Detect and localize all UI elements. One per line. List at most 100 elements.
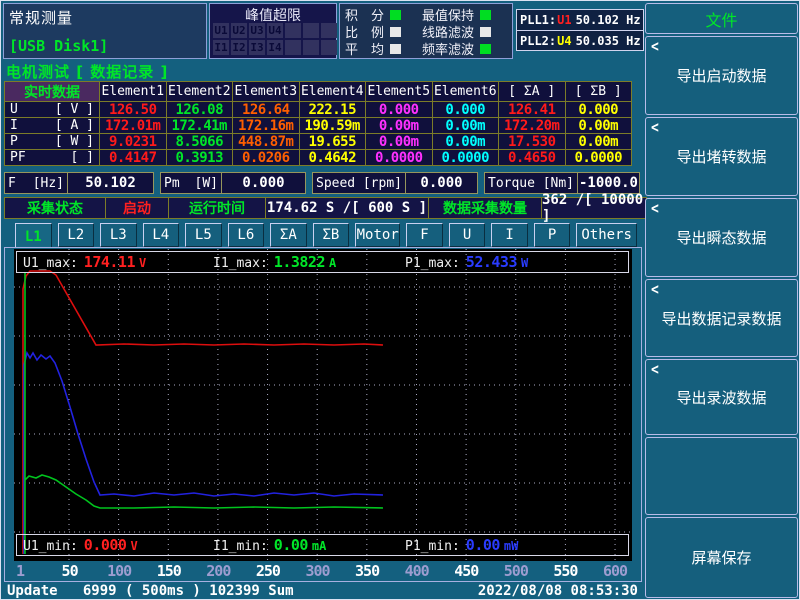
column-header: Element6 bbox=[433, 82, 499, 101]
sidebar-button-屏幕保存[interactable]: 屏幕保存 bbox=[645, 517, 798, 598]
pll-source: U1 bbox=[557, 13, 571, 27]
x-tick-label: 200 bbox=[198, 562, 238, 580]
pll-frequency: 50.102 Hz bbox=[576, 13, 641, 27]
measure-name: Torque bbox=[488, 176, 535, 191]
row-name: P bbox=[10, 134, 18, 149]
table-value: 448.87m bbox=[233, 134, 299, 149]
motor-measure-row: F[Hz]50.102Pm[W]0.000Speed[rpm]0.000Torq… bbox=[4, 172, 640, 194]
row-label: U[ V ] bbox=[5, 102, 99, 117]
column-header: Element1 bbox=[100, 82, 166, 101]
sidebar-button-empty[interactable] bbox=[645, 437, 798, 515]
measure-readout: U1_max: 174.11 V bbox=[23, 253, 146, 271]
tab-f[interactable]: F bbox=[406, 223, 443, 247]
table-value: 190.59m bbox=[300, 118, 366, 133]
peak-cell: U2 bbox=[231, 23, 247, 38]
trace-u1 bbox=[23, 271, 383, 554]
x-tick-label: 150 bbox=[149, 562, 189, 580]
table-corner-label: 实时数据 bbox=[5, 82, 99, 101]
tab-l3[interactable]: L3 bbox=[100, 223, 137, 247]
sidebar-button-导出瞬态数据[interactable]: <导出瞬态数据 bbox=[645, 198, 798, 277]
column-header: [ ΣB ] bbox=[566, 82, 632, 101]
sidebar-title-file: 文件 bbox=[645, 3, 798, 34]
chevron-left-icon: < bbox=[651, 362, 659, 380]
sidebar-button-导出数据记录数据[interactable]: <导出数据记录数据 bbox=[645, 279, 798, 357]
peak-cell: I3 bbox=[249, 40, 265, 55]
mode-box: 常规测量 [USB Disk1] bbox=[3, 3, 207, 59]
row-label: I[ A ] bbox=[5, 118, 99, 133]
x-tick-label: 450 bbox=[446, 562, 486, 580]
tab-i[interactable]: I bbox=[491, 223, 528, 247]
page-title: 常规测量 bbox=[9, 7, 73, 28]
measure-value: -1000.0 bbox=[578, 172, 640, 194]
readout-value: 0.000 bbox=[84, 536, 127, 554]
sidebar-button-导出堵转数据[interactable]: <导出堵转数据 bbox=[645, 117, 798, 196]
pll-row: PLL2:U450.035 Hz bbox=[517, 30, 643, 51]
tab-l1[interactable]: L1 bbox=[15, 223, 52, 250]
indicator-column-right: 最值保持线路滤波频率滤波 bbox=[422, 7, 491, 56]
tab-l4[interactable]: L4 bbox=[143, 223, 180, 247]
x-tick-label: 550 bbox=[545, 562, 585, 580]
x-tick-label: 400 bbox=[397, 562, 437, 580]
channel-tab-bar: L1L2L3L4L5L6ΣAΣBMotorFUIPOthers bbox=[15, 223, 637, 247]
sidebar-button-导出启动数据[interactable]: <导出启动数据 bbox=[645, 36, 798, 115]
tab-u[interactable]: U bbox=[449, 223, 486, 247]
tab-l2[interactable]: L2 bbox=[58, 223, 95, 247]
readout-unit: A bbox=[329, 256, 336, 270]
x-tick-label: 350 bbox=[347, 562, 387, 580]
max-values-strip: U1_max: 174.11 V I1_max:1.3822A P1_max:52.43… bbox=[16, 251, 629, 273]
readout-value: 0.00 bbox=[466, 536, 500, 554]
readout-unit: mW bbox=[504, 539, 518, 553]
indicator-label: 频率滤波 bbox=[422, 39, 474, 58]
tab-motor[interactable]: Motor bbox=[355, 223, 400, 247]
readout-value: 174.11 bbox=[84, 253, 135, 271]
table-value: 0.00m bbox=[366, 134, 432, 149]
runtime-label: 运行时间 bbox=[169, 198, 265, 218]
tab-l5[interactable]: L5 bbox=[185, 223, 222, 247]
led-on-icon bbox=[480, 10, 491, 20]
acq-status-label: 采集状态 bbox=[5, 198, 105, 218]
table-value: 172.20m bbox=[499, 118, 565, 133]
peak-over-limit-grid: U1U2U3U4I1I2I3I4 bbox=[213, 23, 337, 55]
indicator-row: 比 例 bbox=[345, 24, 401, 39]
tab-σa[interactable]: ΣA bbox=[270, 223, 307, 247]
readout-unit: V bbox=[139, 256, 146, 270]
tab-σb[interactable]: ΣB bbox=[313, 223, 350, 247]
sidebar-button-label: 屏幕保存 bbox=[691, 547, 751, 568]
measure-readout: I1_max:1.3822A bbox=[213, 253, 336, 271]
table-value: 0.0000 bbox=[566, 150, 632, 165]
status-bar: Update 6999 ( 500ms ) 102399 Sum 2022/08… bbox=[1, 583, 643, 600]
tab-l6[interactable]: L6 bbox=[228, 223, 265, 247]
pll-label: PLL2: bbox=[520, 34, 556, 48]
function-indicators-box: 积 分比 例平 均 最值保持线路滤波频率滤波 bbox=[339, 3, 513, 59]
chevron-left-icon: < bbox=[651, 39, 659, 57]
led-on-icon bbox=[480, 44, 491, 54]
measure-value: 0.000 bbox=[406, 172, 478, 194]
table-value: 222.15 bbox=[300, 102, 366, 117]
trace-p1 bbox=[24, 353, 383, 554]
tab-p[interactable]: P bbox=[534, 223, 571, 247]
measure-unit: [Hz] bbox=[33, 176, 64, 191]
table-value: 0.0000 bbox=[366, 150, 432, 165]
peak-cell bbox=[303, 23, 319, 38]
indicator-row: 频率滤波 bbox=[422, 41, 491, 56]
readout-label: I1_min: bbox=[213, 539, 268, 554]
measure-readout: U1_min:0.000V bbox=[23, 536, 138, 554]
sample-count-value: 362 /[ 10000 ] bbox=[542, 198, 646, 218]
measure-value: 0.000 bbox=[222, 172, 306, 194]
x-tick-label: 500 bbox=[496, 562, 536, 580]
table-value: 0.000 bbox=[366, 102, 432, 117]
readout-label: U1_max: bbox=[23, 256, 78, 271]
table-value: 8.5066 bbox=[167, 134, 233, 149]
measure-group: F[Hz]50.102 bbox=[4, 172, 154, 194]
x-tick-label: 50 bbox=[50, 562, 90, 580]
row-unit: [ A ] bbox=[55, 118, 94, 133]
led-on-icon bbox=[390, 10, 401, 20]
tab-others[interactable]: Others bbox=[576, 223, 637, 247]
measure-name: Speed bbox=[316, 176, 355, 191]
table-value: 0.4650 bbox=[499, 150, 565, 165]
table-value: 0.4147 bbox=[100, 150, 166, 165]
measure-readout: P1_max:52.433W bbox=[405, 253, 528, 271]
x-axis: 150100150200250300350400450500550600 bbox=[14, 562, 634, 581]
peak-cell: U3 bbox=[249, 23, 265, 38]
sidebar-button-导出录波数据[interactable]: <导出录波数据 bbox=[645, 359, 798, 435]
